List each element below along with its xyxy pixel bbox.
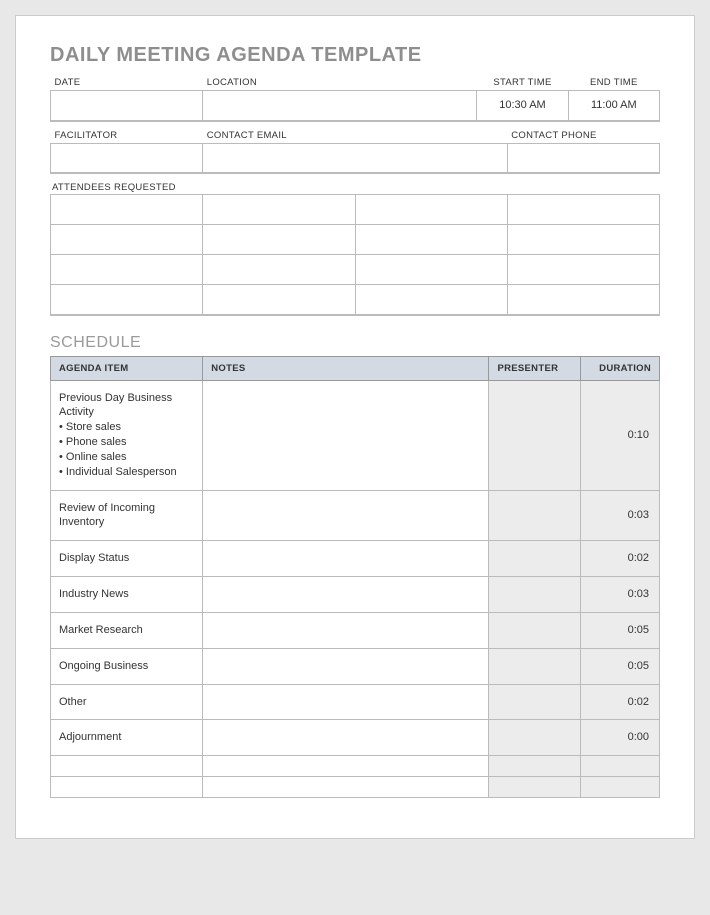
attendee-cell[interactable] bbox=[355, 195, 507, 225]
agenda-item-cell[interactable]: Other bbox=[51, 684, 203, 720]
duration-cell[interactable]: 0:10 bbox=[580, 380, 659, 490]
schedule-row: Review of Incoming Inventory 0:03 bbox=[51, 490, 660, 541]
presenter-cell[interactable] bbox=[489, 756, 580, 777]
notes-cell[interactable] bbox=[203, 777, 489, 798]
agenda-item-cell[interactable]: Previous Day Business ActivityStore sale… bbox=[51, 380, 203, 490]
location-cell[interactable] bbox=[203, 91, 477, 121]
attendee-cell[interactable] bbox=[355, 225, 507, 255]
phone-header: CONTACT PHONE bbox=[507, 128, 659, 144]
schedule-row: Other 0:02 bbox=[51, 684, 660, 720]
duration-cell[interactable] bbox=[580, 756, 659, 777]
duration-cell[interactable]: 0:02 bbox=[580, 541, 659, 577]
date-header: DATE bbox=[51, 75, 203, 91]
notes-cell[interactable] bbox=[203, 490, 489, 541]
attendee-cell[interactable] bbox=[355, 255, 507, 285]
meeting-time-table: DATE LOCATION START TIME END TIME 10:30 … bbox=[50, 75, 660, 122]
end-time-header: END TIME bbox=[568, 75, 659, 91]
presenter-cell[interactable] bbox=[489, 577, 580, 613]
notes-cell[interactable] bbox=[203, 612, 489, 648]
presenter-cell[interactable] bbox=[489, 684, 580, 720]
agenda-item-header: AGENDA ITEM bbox=[51, 356, 203, 380]
start-time-header: START TIME bbox=[477, 75, 568, 91]
duration-cell[interactable]: 0:02 bbox=[580, 684, 659, 720]
presenter-cell[interactable] bbox=[489, 380, 580, 490]
document-page: DAILY MEETING AGENDA TEMPLATE DATE LOCAT… bbox=[15, 15, 695, 839]
notes-cell[interactable] bbox=[203, 380, 489, 490]
attendee-cell[interactable] bbox=[203, 195, 355, 225]
duration-cell[interactable]: 0:00 bbox=[580, 720, 659, 756]
location-header: LOCATION bbox=[203, 75, 477, 91]
attendee-cell[interactable] bbox=[507, 285, 659, 315]
duration-cell[interactable]: 0:05 bbox=[580, 612, 659, 648]
schedule-heading: SCHEDULE bbox=[50, 334, 660, 352]
schedule-row: Industry News 0:03 bbox=[51, 577, 660, 613]
presenter-cell[interactable] bbox=[489, 612, 580, 648]
attendee-cell[interactable] bbox=[51, 285, 203, 315]
notes-cell[interactable] bbox=[203, 756, 489, 777]
duration-header: DURATION bbox=[580, 356, 659, 380]
agenda-item-cell[interactable]: Market Research bbox=[51, 612, 203, 648]
attendee-cell[interactable] bbox=[203, 255, 355, 285]
presenter-header: PRESENTER bbox=[489, 356, 580, 380]
attendee-cell[interactable] bbox=[507, 195, 659, 225]
schedule-row: Market Research 0:05 bbox=[51, 612, 660, 648]
facilitator-cell[interactable] bbox=[51, 143, 203, 173]
notes-cell[interactable] bbox=[203, 541, 489, 577]
attendee-cell[interactable] bbox=[507, 225, 659, 255]
schedule-row: Previous Day Business ActivityStore sale… bbox=[51, 380, 660, 490]
attendee-cell[interactable] bbox=[51, 255, 203, 285]
agenda-item-cell[interactable] bbox=[51, 777, 203, 798]
agenda-item-cell[interactable]: Review of Incoming Inventory bbox=[51, 490, 203, 541]
duration-cell[interactable]: 0:05 bbox=[580, 648, 659, 684]
attendee-cell[interactable] bbox=[355, 285, 507, 315]
attendee-cell[interactable] bbox=[203, 225, 355, 255]
attendee-cell[interactable] bbox=[51, 195, 203, 225]
agenda-item-cell[interactable]: Industry News bbox=[51, 577, 203, 613]
attendees-grid bbox=[50, 194, 660, 316]
date-cell[interactable] bbox=[51, 91, 203, 121]
duration-cell[interactable]: 0:03 bbox=[580, 577, 659, 613]
schedule-row bbox=[51, 756, 660, 777]
notes-cell[interactable] bbox=[203, 684, 489, 720]
page-title: DAILY MEETING AGENDA TEMPLATE bbox=[50, 44, 660, 67]
schedule-row: Display Status 0:02 bbox=[51, 541, 660, 577]
email-cell[interactable] bbox=[203, 143, 508, 173]
notes-cell[interactable] bbox=[203, 720, 489, 756]
agenda-item-cell[interactable] bbox=[51, 756, 203, 777]
notes-header: NOTES bbox=[203, 356, 489, 380]
attendees-label: ATTENDEES REQUESTED bbox=[52, 182, 660, 193]
schedule-table: AGENDA ITEM NOTES PRESENTER DURATION Pre… bbox=[50, 356, 660, 799]
phone-cell[interactable] bbox=[507, 143, 659, 173]
presenter-cell[interactable] bbox=[489, 648, 580, 684]
duration-cell[interactable] bbox=[580, 777, 659, 798]
schedule-row bbox=[51, 777, 660, 798]
presenter-cell[interactable] bbox=[489, 720, 580, 756]
presenter-cell[interactable] bbox=[489, 777, 580, 798]
start-time-cell[interactable]: 10:30 AM bbox=[477, 91, 568, 121]
notes-cell[interactable] bbox=[203, 648, 489, 684]
attendee-cell[interactable] bbox=[203, 285, 355, 315]
facilitator-header: FACILITATOR bbox=[51, 128, 203, 144]
email-header: CONTACT EMAIL bbox=[203, 128, 508, 144]
agenda-item-cell[interactable]: Ongoing Business bbox=[51, 648, 203, 684]
contact-table: FACILITATOR CONTACT EMAIL CONTACT PHONE bbox=[50, 128, 660, 175]
attendee-cell[interactable] bbox=[51, 225, 203, 255]
schedule-row: Ongoing Business 0:05 bbox=[51, 648, 660, 684]
presenter-cell[interactable] bbox=[489, 541, 580, 577]
notes-cell[interactable] bbox=[203, 577, 489, 613]
duration-cell[interactable]: 0:03 bbox=[580, 490, 659, 541]
schedule-row: Adjournment 0:00 bbox=[51, 720, 660, 756]
attendee-cell[interactable] bbox=[507, 255, 659, 285]
agenda-item-cell[interactable]: Adjournment bbox=[51, 720, 203, 756]
end-time-cell[interactable]: 11:00 AM bbox=[568, 91, 659, 121]
agenda-item-cell[interactable]: Display Status bbox=[51, 541, 203, 577]
presenter-cell[interactable] bbox=[489, 490, 580, 541]
